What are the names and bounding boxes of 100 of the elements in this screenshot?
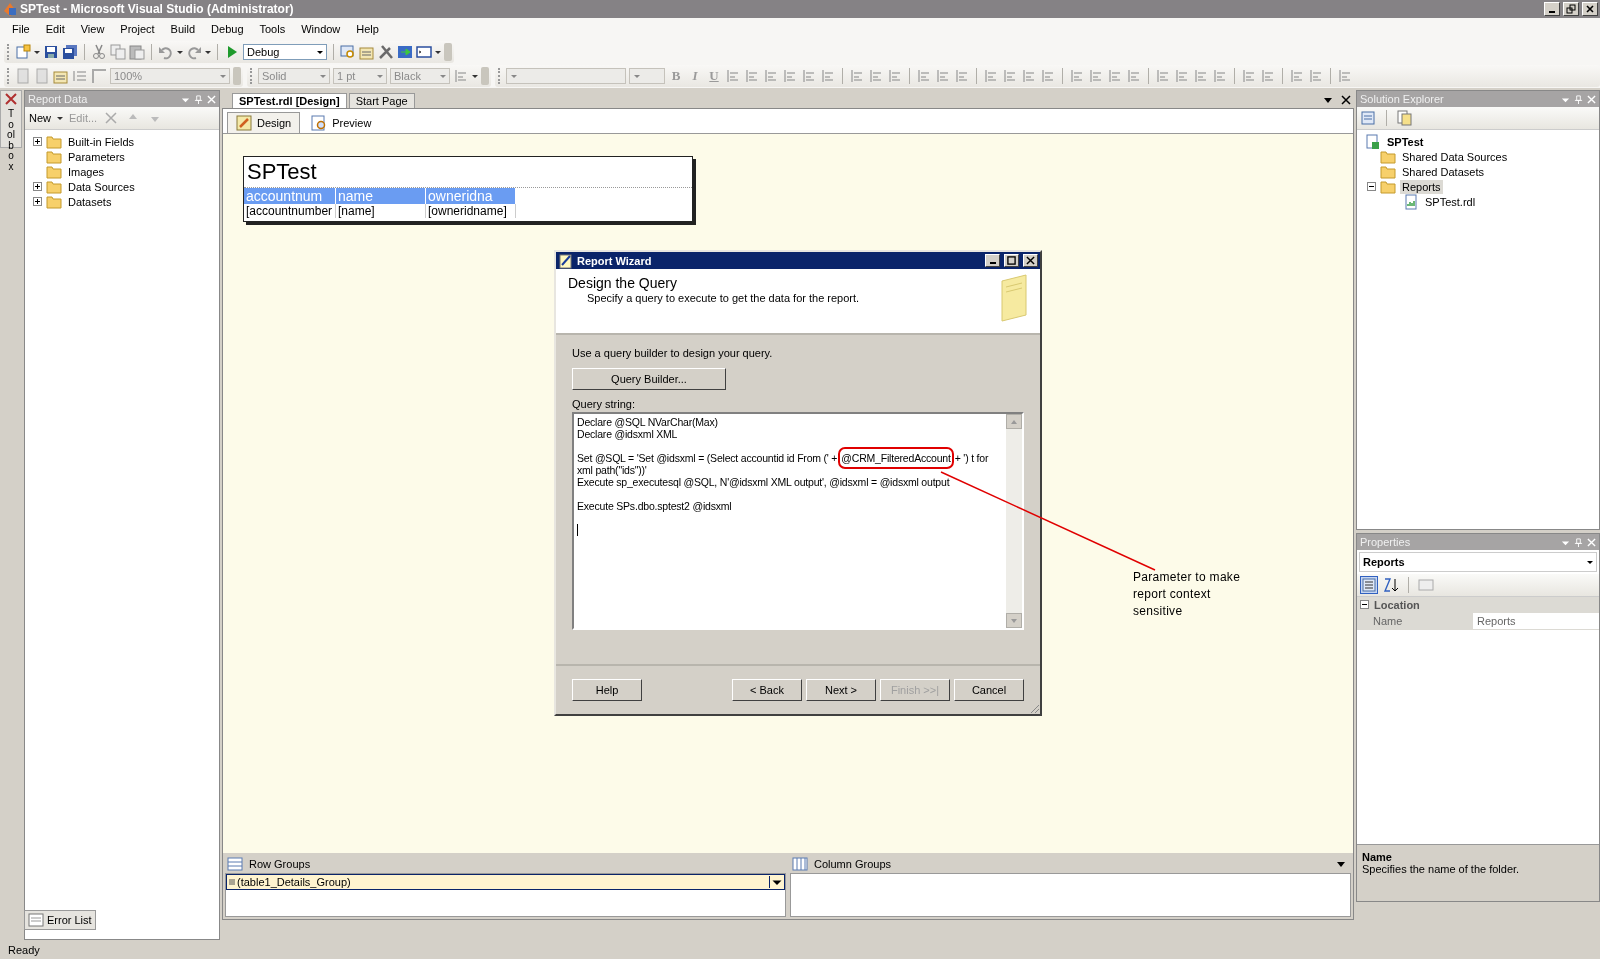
- error-list-tab[interactable]: Error List: [24, 910, 96, 930]
- align-icon[interactable]: [983, 68, 999, 84]
- font-dropdown[interactable]: [506, 68, 626, 84]
- sort-alphabetical-icon[interactable]: [1383, 577, 1399, 593]
- align-icon[interactable]: [849, 68, 865, 84]
- align-icon[interactable]: [1040, 68, 1056, 84]
- minimize-button[interactable]: [985, 254, 1000, 267]
- properties-icon[interactable]: [1361, 110, 1377, 126]
- tree-item[interactable]: Shared Datasets: [1400, 164, 1486, 179]
- group-item[interactable]: (table1_Details_Group): [226, 874, 785, 890]
- cut-icon[interactable]: [91, 44, 107, 60]
- copy-icon[interactable]: [110, 44, 126, 60]
- tree-item[interactable]: Datasets: [66, 194, 114, 209]
- align-icon[interactable]: [1126, 68, 1142, 84]
- expand-icon[interactable]: [33, 181, 42, 191]
- arrow-box-icon[interactable]: [397, 44, 413, 60]
- dialog-button[interactable]: Help: [572, 679, 642, 701]
- dropdown-arrow-icon[interactable]: [1586, 558, 1594, 566]
- menu-item[interactable]: Build: [162, 23, 204, 35]
- table-cell[interactable]: [name]: [336, 204, 426, 218]
- align-icon[interactable]: [725, 68, 741, 84]
- toolbox-icon[interactable]: [3, 91, 19, 107]
- align-icon[interactable]: [916, 68, 932, 84]
- table-cell[interactable]: [owneridname]: [426, 204, 516, 218]
- property-pages-icon[interactable]: [1418, 577, 1434, 593]
- show-files-icon[interactable]: [1396, 110, 1412, 126]
- align-icon[interactable]: [868, 68, 884, 84]
- resize-grip-icon[interactable]: [1028, 702, 1040, 714]
- minimize-button[interactable]: [1544, 2, 1560, 16]
- align-icon[interactable]: [887, 68, 903, 84]
- align-icon[interactable]: [1155, 68, 1171, 84]
- window-icon[interactable]: [416, 44, 432, 60]
- menu-item[interactable]: Tools: [251, 23, 294, 35]
- view-tab[interactable]: Design: [227, 112, 301, 133]
- expand-icon[interactable]: [33, 136, 42, 146]
- table-cell[interactable]: [accountnumber: [244, 204, 336, 218]
- tree-item[interactable]: Built-in Fields: [66, 134, 137, 149]
- tools-icon[interactable]: [378, 44, 394, 60]
- close-button[interactable]: [1023, 254, 1038, 267]
- expand-icon[interactable]: [33, 196, 42, 206]
- scrollbar[interactable]: [1006, 414, 1022, 628]
- object-dropdown[interactable]: Reports: [1359, 552, 1597, 572]
- align-icon[interactable]: [954, 68, 970, 84]
- tree-item[interactable]: SPTest: [1385, 134, 1426, 149]
- find-icon[interactable]: [340, 44, 356, 60]
- scroll-down-icon[interactable]: [1010, 616, 1018, 625]
- paste-icon[interactable]: [129, 44, 145, 60]
- dialog-button[interactable]: Next >: [806, 679, 876, 701]
- close-button[interactable]: [1582, 2, 1598, 16]
- align-icon[interactable]: [744, 68, 760, 84]
- document-tab[interactable]: SPTest.rdl [Design]: [232, 93, 347, 108]
- align-icon[interactable]: [1107, 68, 1123, 84]
- align-icon[interactable]: [801, 68, 817, 84]
- align-icon[interactable]: [1308, 68, 1324, 84]
- dropdown-arrow-icon[interactable]: [316, 48, 324, 56]
- save-icon[interactable]: [43, 44, 59, 60]
- menu-item[interactable]: View: [72, 23, 113, 35]
- tree-item[interactable]: Images: [66, 164, 107, 179]
- query-builder-button[interactable]: Query Builder...: [572, 368, 726, 390]
- align-icon[interactable]: [1260, 68, 1276, 84]
- menu-item[interactable]: Help: [348, 23, 387, 35]
- menu-item[interactable]: Debug: [203, 23, 252, 35]
- align-icon[interactable]: [1193, 68, 1209, 84]
- menu-item[interactable]: File: [4, 23, 38, 35]
- align-icon[interactable]: [1212, 68, 1228, 84]
- maximize-button[interactable]: [1004, 254, 1019, 267]
- align-icon[interactable]: [1088, 68, 1104, 84]
- restore-button[interactable]: [1563, 2, 1579, 16]
- view-tab[interactable]: Preview: [302, 112, 381, 133]
- document-icon[interactable]: [34, 68, 50, 84]
- tree-item[interactable]: Shared Data Sources: [1400, 149, 1510, 164]
- tree-item[interactable]: SPTest.rdl: [1423, 194, 1478, 209]
- align-icon[interactable]: [1241, 68, 1257, 84]
- save-all-icon[interactable]: [62, 44, 78, 60]
- property-value[interactable]: Reports: [1473, 615, 1516, 627]
- collapse-icon[interactable]: [1367, 181, 1376, 191]
- pin-icon[interactable]: [1574, 537, 1583, 547]
- toolbox-tab[interactable]: Toolbox: [6, 109, 16, 172]
- align-icon[interactable]: [763, 68, 779, 84]
- properties-icon[interactable]: [53, 68, 69, 84]
- toolbar-overflow-button[interactable]: [233, 67, 241, 85]
- align-icon[interactable]: [1174, 68, 1190, 84]
- align-icon[interactable]: [1069, 68, 1085, 84]
- document-icon[interactable]: [15, 68, 31, 84]
- new-button[interactable]: New: [29, 112, 51, 124]
- tree-item[interactable]: Reports: [1400, 179, 1443, 194]
- align-icon[interactable]: [1002, 68, 1018, 84]
- tree-item[interactable]: Data Sources: [66, 179, 137, 194]
- dialog-button[interactable]: Cancel: [954, 679, 1024, 701]
- menu-item[interactable]: Project: [112, 23, 163, 35]
- pin-icon[interactable]: [1574, 94, 1583, 104]
- align-icon[interactable]: [1337, 68, 1353, 84]
- align-icon[interactable]: [1289, 68, 1305, 84]
- query-text-area[interactable]: [572, 412, 1024, 630]
- configuration-dropdown[interactable]: Debug: [243, 44, 327, 60]
- categorized-icon[interactable]: [1361, 577, 1377, 593]
- align-icon[interactable]: [820, 68, 836, 84]
- delete-icon[interactable]: [103, 110, 120, 126]
- menu-item[interactable]: Window: [293, 23, 349, 35]
- document-tab[interactable]: Start Page: [348, 93, 415, 108]
